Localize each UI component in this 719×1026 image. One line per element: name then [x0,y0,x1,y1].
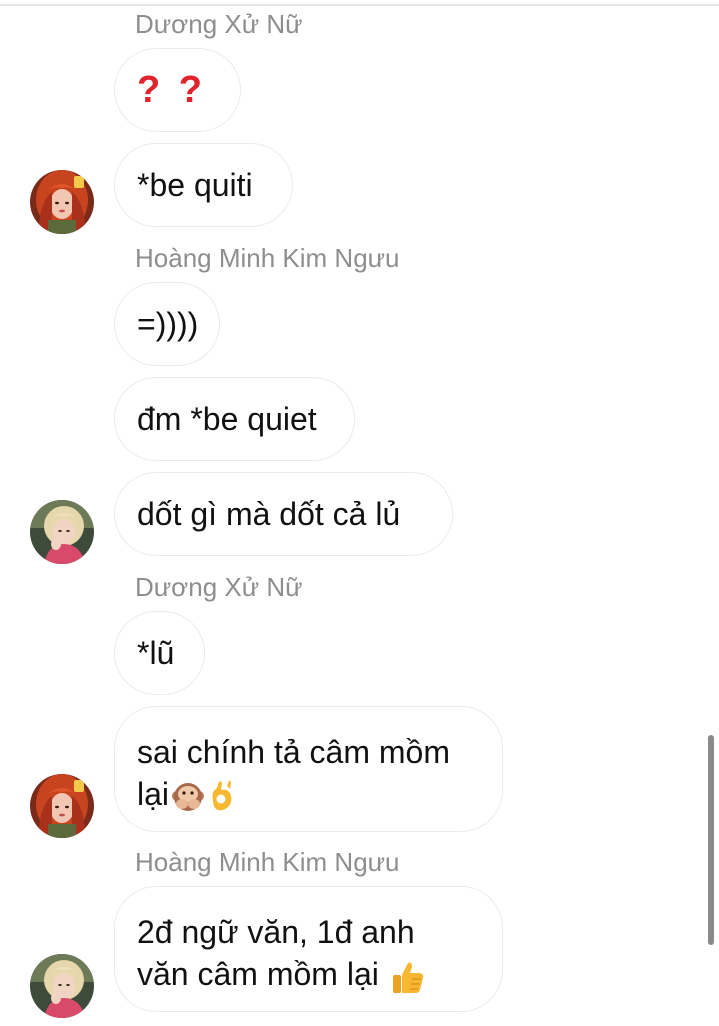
message-bubble[interactable]: =)))) [114,282,220,366]
avatar-blond-hair-image [30,954,94,1018]
chat-screen[interactable]: Dương Xử Nữ ? ? *be quiti Hoàng Minh Kim… [0,0,719,1026]
avatar[interactable] [30,954,94,1018]
message-text: văn câm mồm lại [137,956,379,992]
message-bubble[interactable]: sai chính tả câm mồm lại [114,706,503,832]
message-bubble[interactable]: *lũ [114,611,205,695]
message-text: dốt gì mà dốt cả lủ [137,496,401,532]
message-text: =)))) [137,306,199,342]
message-text-line: văn câm mồm lại [137,953,480,995]
speak-no-evil-monkey-icon [172,782,205,811]
sender-name: Hoàng Minh Kim Ngưu [135,847,400,877]
avatar[interactable] [30,500,94,564]
avatar-blond-hair-image [30,500,94,564]
avatar[interactable] [30,774,94,838]
message-text: *be quiti [137,167,253,203]
message-text: lại [137,776,170,812]
message-bubble[interactable]: *be quiti [114,143,293,227]
divider [0,4,719,6]
sender-name: Dương Xử Nữ [135,572,303,602]
message-text: đm *be quiet [137,401,317,437]
avatar-red-hair-image [30,774,94,838]
message-bubble[interactable]: dốt gì mà dốt cả lủ [114,472,453,556]
message-text-line: lại [137,773,480,815]
message-bubble[interactable]: ? ? [114,48,241,132]
sender-name: Dương Xử Nữ [135,9,303,39]
thumbs-up-icon [392,962,423,993]
avatar-red-hair-image [30,170,94,234]
ok-hand-icon [212,780,232,810]
sender-name: Hoàng Minh Kim Ngưu [135,243,400,273]
message-text: ? ? [137,69,206,111]
message-text-line: 2đ ngữ văn, 1đ anh [137,914,415,950]
message-bubble[interactable]: 2đ ngữ văn, 1đ anh văn câm mồm lại [114,886,503,1012]
scrollbar[interactable] [708,735,714,945]
message-text-line: sai chính tả câm mồm [137,734,450,770]
message-text: *lũ [137,635,175,671]
avatar[interactable] [30,170,94,234]
message-bubble[interactable]: đm *be quiet [114,377,355,461]
